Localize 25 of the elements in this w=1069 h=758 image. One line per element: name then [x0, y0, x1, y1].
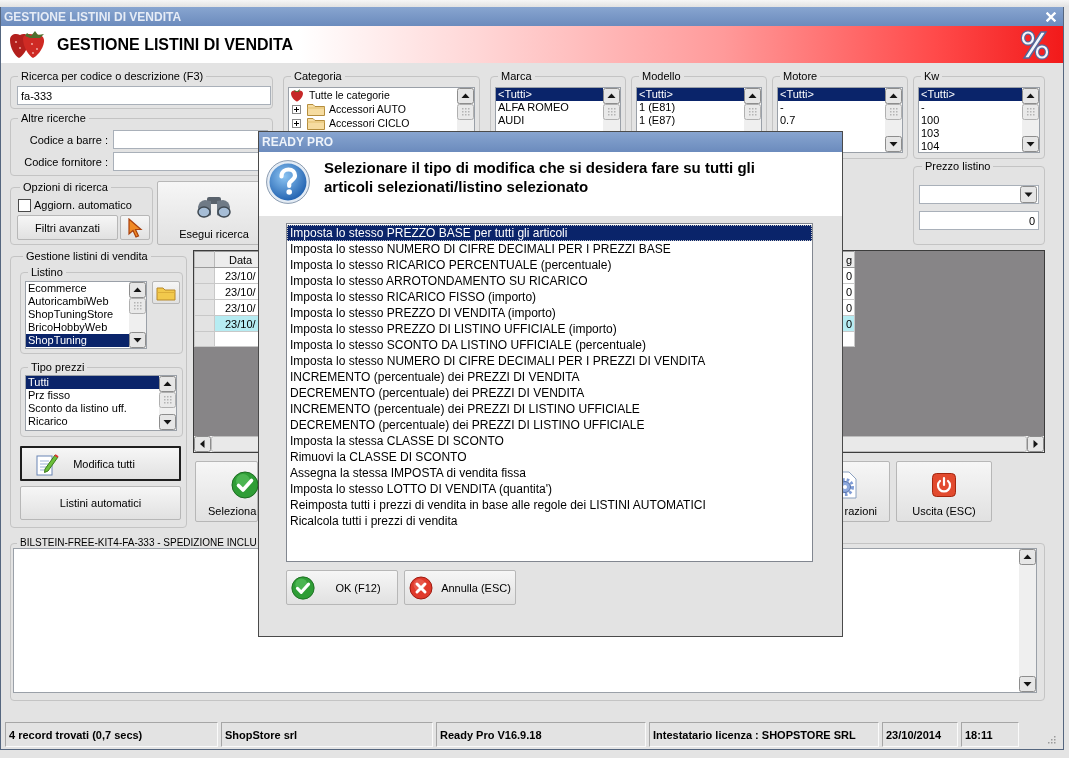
panel-title: Marca — [500, 70, 533, 82]
panel-title: Opzioni di ricerca — [22, 181, 109, 193]
panel-title: Gestione listini di vendita — [25, 250, 149, 262]
field-label: Codice fornitore : — [23, 155, 109, 168]
status-text: Intestatario licenza : SHOPSTORE SRL — [649, 722, 879, 747]
status-text: 18:11 — [961, 722, 1019, 747]
panel-title: Motore — [782, 70, 819, 82]
status-text: ShopStore srl — [221, 722, 433, 747]
panel-title: Categoria — [293, 70, 343, 82]
field-label: Codice a barre : — [28, 133, 109, 146]
header-title: GESTIONE LISTINI DI VENDITA — [57, 35, 295, 54]
panel-title: Tipo prezzi — [30, 361, 86, 373]
panel-title: Kw — [923, 70, 941, 82]
status-text: Ready Pro V16.9.18 — [436, 722, 646, 747]
window-title: GESTIONE LISTINI DI VENDITA — [4, 9, 182, 24]
panel-title: Listino — [30, 266, 64, 278]
panel-title: Modello — [641, 70, 682, 82]
panel-title: Ricerca per codice o descrizione (F3) — [20, 70, 205, 82]
panel-title: BILSTEIN-FREE-KIT4-FA-333 - SPEDIZIONE INCLU — [19, 537, 258, 549]
dialog-message: Selezionare il tipo di modifica che si desidera fare su tutti gli articoli selezionati/listino selezionato — [324, 158, 756, 196]
checkbox-label: Aggiorn. automatico — [34, 199, 132, 211]
panel-title: Altre ricerche — [20, 112, 87, 124]
panel-title: Prezzo listino — [924, 160, 992, 172]
status-text: 4 record trovati (0,7 secs) — [5, 722, 218, 747]
status-text: 23/10/2014 — [882, 722, 958, 747]
